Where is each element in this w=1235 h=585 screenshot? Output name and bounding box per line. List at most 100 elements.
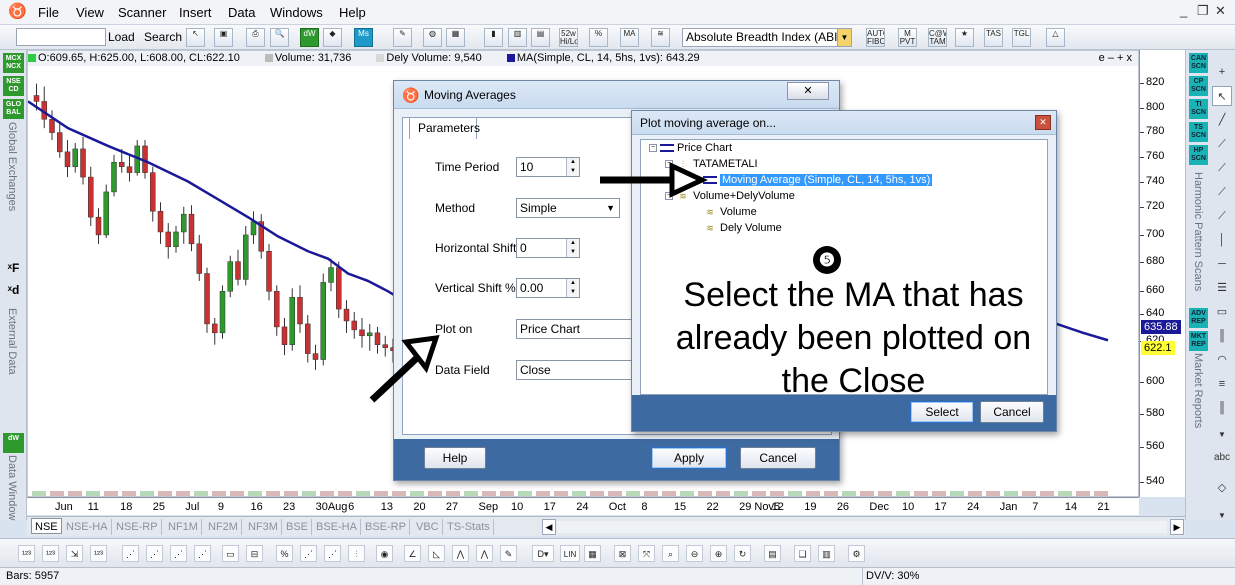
tab-bse-rp[interactable]: BSE-RP: [362, 519, 410, 535]
tree-node-price-chart[interactable]: − Price Chart: [649, 142, 732, 154]
tree-node-dely-volume[interactable]: ≋ Dely Volume: [703, 222, 782, 234]
tab-scroll-left-icon[interactable]: ◀: [542, 519, 556, 535]
collapse-icon[interactable]: −: [665, 160, 673, 169]
ma-icon[interactable]: MA: [620, 28, 639, 47]
tab-ts-stats[interactable]: TS-Stats: [444, 519, 494, 535]
pointer-icon[interactable]: ↖: [1212, 86, 1232, 106]
menu-windows[interactable]: Windows: [270, 5, 323, 20]
gann-icon[interactable]: ║: [1212, 326, 1232, 346]
plus-icon[interactable]: +: [1212, 62, 1232, 82]
draw-tool-2-icon[interactable]: ¹²³: [42, 545, 59, 562]
tree-node-ma[interactable]: Moving Average (Simple, CL, 14, 5hs, 1vs…: [703, 174, 933, 186]
print-icon[interactable]: ⎙: [246, 28, 265, 47]
cancel-button[interactable]: Cancel: [740, 447, 816, 469]
nse-cd-badge[interactable]: NSE CD: [3, 76, 24, 96]
harmonic-pattern-scans-label[interactable]: Harmonic Pattern Scans: [1192, 172, 1204, 291]
tab-bse[interactable]: BSE: [283, 519, 313, 535]
tree-node-volume[interactable]: ≋ Volume: [703, 206, 756, 218]
candles-icon[interactable]: ▤: [531, 28, 550, 47]
tab-nf1m[interactable]: NF1M: [165, 519, 202, 535]
settings-tool-icon[interactable]: ⚙: [848, 545, 865, 562]
zoom-fit-icon[interactable]: ⊠: [614, 545, 631, 562]
draw-tool-3-icon[interactable]: ⇲: [66, 545, 83, 562]
sl-line-3-icon[interactable]: ⟋: [1212, 182, 1232, 202]
collapse-icon[interactable]: −: [649, 144, 657, 153]
bars-icon[interactable]: ▮: [484, 28, 503, 47]
tree-node-volume-group[interactable]: − ≋ Volume+DelyVolume: [665, 190, 795, 202]
caw-tam-icon[interactable]: C@W TAM: [928, 28, 947, 47]
ma-dialog-close-button[interactable]: ✕: [787, 82, 829, 100]
tab-nse-ha[interactable]: NSE-HA: [63, 519, 112, 535]
triangle-tool-icon[interactable]: ◺: [428, 545, 445, 562]
text-tool-icon[interactable]: abc: [1212, 448, 1232, 468]
draw-tool-15-icon[interactable]: ◉: [376, 545, 393, 562]
menu-scanner[interactable]: Scanner: [118, 5, 166, 20]
auto-fibo-icon[interactable]: AUTO FIBO: [866, 28, 885, 47]
wave-tool-icon[interactable]: ⋀: [452, 545, 469, 562]
dw-badge[interactable]: dW: [3, 433, 24, 453]
close-app-button[interactable]: ✕: [1215, 3, 1226, 19]
ts-scn-badge[interactable]: TS SCN: [1189, 122, 1208, 142]
method-select[interactable]: Simple ▼: [516, 198, 620, 218]
triangle-icon[interactable]: △: [1046, 28, 1065, 47]
zoom-range-icon[interactable]: ⤧: [638, 545, 655, 562]
market-reports-label[interactable]: Market Reports: [1192, 353, 1204, 428]
time-period-spinner[interactable]: 10 ▲ ▼: [516, 157, 580, 177]
draw-tool-5-icon[interactable]: ⋰: [122, 545, 139, 562]
sl-line-2-icon[interactable]: ⟋: [1212, 158, 1232, 178]
zoom-search-icon[interactable]: ⌕: [662, 545, 679, 562]
global-badge[interactable]: GLO BAL: [3, 99, 24, 119]
tab-bse-ha[interactable]: BSE-HA: [313, 519, 361, 535]
tab-nf2m[interactable]: NF2M: [205, 519, 242, 535]
vertical-line-icon[interactable]: │: [1212, 230, 1232, 250]
search-button[interactable]: Search: [144, 30, 182, 44]
draw-tool-1-icon[interactable]: ¹²³: [18, 545, 35, 562]
data-field-select[interactable]: Close: [516, 360, 634, 380]
draw-tool-6-icon[interactable]: ⋰: [146, 545, 163, 562]
symbol-input[interactable]: [16, 28, 106, 46]
ms-icon[interactable]: Ms: [354, 28, 373, 47]
tab-nse[interactable]: NSE: [31, 518, 62, 534]
minimize-button[interactable]: _: [1180, 3, 1187, 18]
grid-icon[interactable]: ▦: [446, 28, 465, 47]
cp-scn-badge[interactable]: CP SCN: [1189, 76, 1208, 96]
arc-icon[interactable]: ◠: [1212, 350, 1232, 370]
lin-tool-icon[interactable]: LIN: [560, 545, 580, 562]
hp-scn-badge[interactable]: HP SCN: [1189, 145, 1208, 165]
bars-tool-icon[interactable]: ║: [1212, 398, 1232, 418]
plot-on-select[interactable]: Price Chart: [516, 319, 634, 339]
load-button[interactable]: Load: [108, 30, 135, 44]
52w-icon[interactable]: 52w Hi/Lo: [559, 28, 578, 47]
plot-cancel-button[interactable]: Cancel: [980, 401, 1044, 423]
xf-icon[interactable]: ˣF: [3, 262, 24, 282]
select-button[interactable]: Select: [910, 401, 974, 423]
draw-tool-14-icon[interactable]: ⫶: [348, 545, 365, 562]
fan-icon[interactable]: ≡: [1212, 374, 1232, 394]
help-button[interactable]: Help: [424, 447, 486, 469]
scroll-right-icon[interactable]: ▶: [1170, 519, 1184, 535]
horizontal-line-icon[interactable]: ─: [1212, 254, 1232, 274]
copy-icon[interactable]: ❏: [794, 545, 811, 562]
draw-tool-12-icon[interactable]: ⋰: [300, 545, 317, 562]
star-icon[interactable]: ★: [955, 28, 974, 47]
d-tool-icon[interactable]: D▾: [532, 545, 554, 562]
mcx-ncx-badge[interactable]: MCX NCX: [3, 53, 24, 73]
draw-tool-4-icon[interactable]: ¹²³: [90, 545, 107, 562]
save-icon[interactable]: ▣: [214, 28, 233, 47]
angle-tool-icon[interactable]: ∠: [404, 545, 421, 562]
spin-arrows-icon[interactable]: ▲ ▼: [566, 279, 579, 297]
tab-parameters[interactable]: Parameters: [409, 117, 480, 139]
abc-tool-icon[interactable]: ✎: [500, 545, 517, 562]
print-preview-icon[interactable]: 🔍: [270, 28, 289, 47]
restore-button[interactable]: ❐: [1197, 3, 1209, 19]
collapse-icon[interactable]: −: [665, 192, 673, 201]
ti-scn-badge[interactable]: TI SCN: [1189, 99, 1208, 119]
legend-controls[interactable]: e – + x: [1099, 51, 1132, 66]
notes-icon[interactable]: ▤: [764, 545, 781, 562]
menu-data[interactable]: Data: [228, 5, 255, 20]
indicator-combo[interactable]: Absolute Breadth Index (ABI ▼: [682, 28, 852, 47]
sl-line-4-icon[interactable]: ⟋: [1212, 206, 1232, 226]
draw-tool-9-icon[interactable]: ▭: [222, 545, 239, 562]
m-pvt-icon[interactable]: M PVT: [898, 28, 917, 47]
tab-nse-rp[interactable]: NSE-RP: [113, 519, 162, 535]
